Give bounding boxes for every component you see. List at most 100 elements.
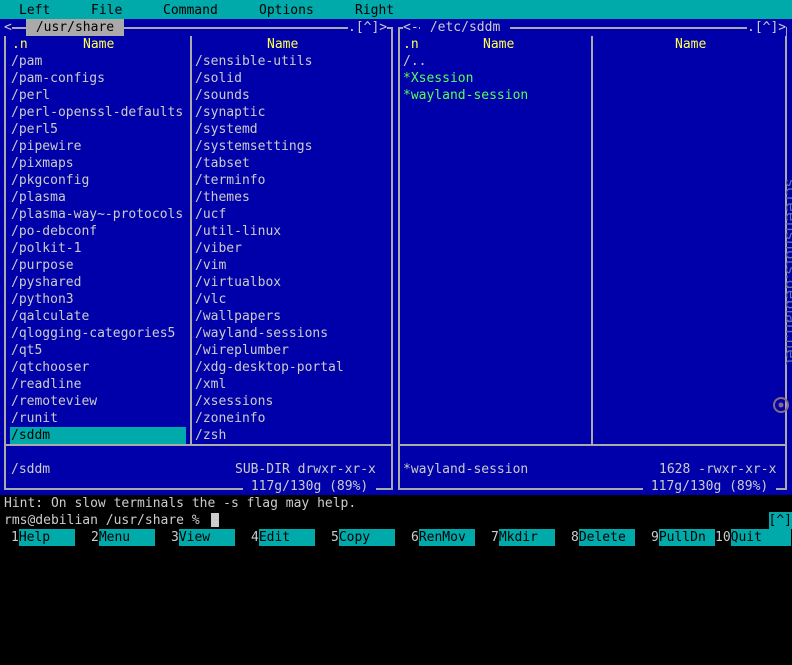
fkey-number: 1 — [11, 530, 19, 545]
left-panel-path[interactable]: /usr/share — [26, 19, 124, 36]
fkey-label: Delete — [578, 529, 635, 546]
left-panel-corner-controls[interactable]: .[^]> — [348, 19, 388, 36]
file-entry[interactable]: *Xsession — [403, 70, 473, 87]
menu-left[interactable]: Left — [19, 2, 50, 19]
right-status-name: *wayland-session — [403, 462, 529, 477]
shell-prompt[interactable]: rms@debilian /usr/share % — [4, 512, 208, 529]
file-entry[interactable]: /xsessions — [195, 393, 273, 410]
fkey-delete[interactable]: 8Delete — [571, 529, 635, 546]
fkey-label: Help — [18, 529, 75, 546]
file-entry[interactable]: *wayland-session — [403, 87, 528, 104]
fkey-label: Edit — [258, 529, 315, 546]
fkey-quit[interactable]: 10Quit — [715, 529, 791, 546]
file-entry[interactable]: /polkit-1 — [11, 240, 81, 257]
file-entry[interactable]: /plasma — [11, 189, 66, 206]
fkey-label: Copy — [338, 529, 395, 546]
file-entry[interactable]: /tabset — [195, 155, 250, 172]
fkey-label: PullDn — [658, 529, 715, 546]
right-sort-indicator[interactable]: .n — [403, 36, 419, 53]
file-entry[interactable]: /python3 — [11, 291, 74, 308]
file-entry[interactable]: /synaptic — [195, 104, 265, 121]
file-entry[interactable]: /purpose — [11, 257, 74, 274]
right-col2-header[interactable]: Name — [675, 36, 706, 53]
file-entry[interactable]: /systemd — [195, 121, 258, 138]
left-panel-corner-left[interactable]: < — [4, 19, 12, 36]
menu-bar: Left File Command Options Right — [0, 0, 792, 19]
file-entry[interactable]: /qlogging-categories5 — [11, 325, 175, 342]
fkey-label: View — [178, 529, 235, 546]
file-entry[interactable]: /wallpapers — [195, 308, 281, 325]
file-entry[interactable]: /themes — [195, 189, 250, 206]
file-entry[interactable]: /xml — [195, 376, 226, 393]
fkey-menu[interactable]: 2Menu — [91, 529, 155, 546]
file-entry[interactable]: /qt5 — [11, 342, 42, 359]
right-panel-path[interactable]: /etc/sddm — [420, 19, 511, 36]
file-entry[interactable]: /perl — [11, 87, 50, 104]
fkey-pulldn[interactable]: 9PullDn — [651, 529, 715, 546]
file-entry[interactable]: /pkgconfig — [11, 172, 89, 189]
watermark-text: screenshots.debian.net — [782, 179, 792, 365]
fkey-number: 8 — [571, 530, 579, 545]
fkey-number: 3 — [171, 530, 179, 545]
panels-toggle-button[interactable]: [^] — [768, 512, 792, 529]
file-entry[interactable]: /qalculate — [11, 308, 89, 325]
file-entry[interactable]: /po-debconf — [11, 223, 97, 240]
left-sort-indicator[interactable]: .n — [12, 36, 28, 53]
file-entry[interactable]: /perl-openssl-defaults — [11, 104, 183, 121]
file-entry[interactable]: /sddm — [10, 427, 186, 444]
file-entry[interactable]: /pam — [11, 53, 42, 70]
file-entry[interactable]: /pixmaps — [11, 155, 74, 172]
file-entry[interactable]: /wireplumber — [195, 342, 289, 359]
file-entry[interactable]: /viber — [195, 240, 242, 257]
fkey-edit[interactable]: 4Edit — [251, 529, 315, 546]
file-entry[interactable]: /solid — [195, 70, 242, 87]
file-entry[interactable]: /util-linux — [195, 223, 281, 240]
fkey-number: 2 — [91, 530, 99, 545]
file-entry[interactable]: /qtchooser — [11, 359, 89, 376]
fkey-number: 10 — [715, 530, 731, 545]
file-entry[interactable]: /pam-configs — [11, 70, 105, 87]
menu-command[interactable]: Command — [163, 2, 218, 19]
left-col1-header[interactable]: Name — [83, 36, 114, 53]
right-panel-corner-left[interactable]: <- — [403, 19, 419, 36]
file-entry[interactable]: /xdg-desktop-portal — [195, 359, 344, 376]
file-entry[interactable]: /sensible-utils — [195, 53, 312, 70]
right-col1-header[interactable]: Name — [483, 36, 514, 53]
file-entry[interactable]: /readline — [11, 376, 81, 393]
file-entry[interactable]: /systemsettings — [195, 138, 312, 155]
left-status-name: /sddm — [11, 462, 51, 477]
menu-right[interactable]: Right — [355, 2, 394, 19]
fkey-help[interactable]: 1Help — [11, 529, 75, 546]
fkey-renmov[interactable]: 6RenMov — [411, 529, 475, 546]
fkey-label: Quit — [730, 529, 791, 546]
file-entry[interactable]: /pyshared — [11, 274, 81, 291]
text-cursor — [211, 513, 219, 527]
file-entry[interactable]: /zsh — [195, 427, 226, 444]
menu-file[interactable]: File — [91, 2, 122, 19]
file-entry[interactable]: /zoneinfo — [195, 410, 265, 427]
file-entry[interactable]: /vlc — [195, 291, 226, 308]
file-entry[interactable]: /remoteview — [11, 393, 97, 410]
file-entry[interactable]: /vim — [195, 257, 226, 274]
file-entry[interactable]: /perl5 — [11, 121, 58, 138]
fkey-mkdir[interactable]: 7Mkdir — [491, 529, 555, 546]
file-entry[interactable]: /pipewire — [11, 138, 81, 155]
hint-line: Hint: On slow terminals the -s flag may … — [4, 496, 357, 511]
file-entry[interactable]: /ucf — [195, 206, 226, 223]
fkey-view[interactable]: 3View — [171, 529, 235, 546]
file-entry[interactable]: /sounds — [195, 87, 250, 104]
fkey-number: 9 — [651, 530, 659, 545]
left-disk-usage: 117g/130g (89%) — [243, 478, 377, 495]
file-entry[interactable]: /.. — [403, 53, 426, 70]
right-panel-corner-controls[interactable]: .[^]> — [747, 19, 787, 36]
left-col2-header[interactable]: Name — [267, 36, 298, 53]
function-key-bar: 1Help 2Menu 3View 4Edit 5Copy 6RenMov 7Mkdir 8D… — [0, 529, 792, 553]
fkey-label: RenMov — [418, 529, 475, 546]
file-entry[interactable]: /runit — [11, 410, 58, 427]
file-entry[interactable]: /terminfo — [195, 172, 265, 189]
file-entry[interactable]: /wayland-sessions — [195, 325, 328, 342]
menu-options[interactable]: Options — [259, 2, 314, 19]
file-entry[interactable]: /virtualbox — [195, 274, 281, 291]
file-entry[interactable]: /plasma-way~-protocols — [11, 206, 183, 223]
fkey-copy[interactable]: 5Copy — [331, 529, 395, 546]
